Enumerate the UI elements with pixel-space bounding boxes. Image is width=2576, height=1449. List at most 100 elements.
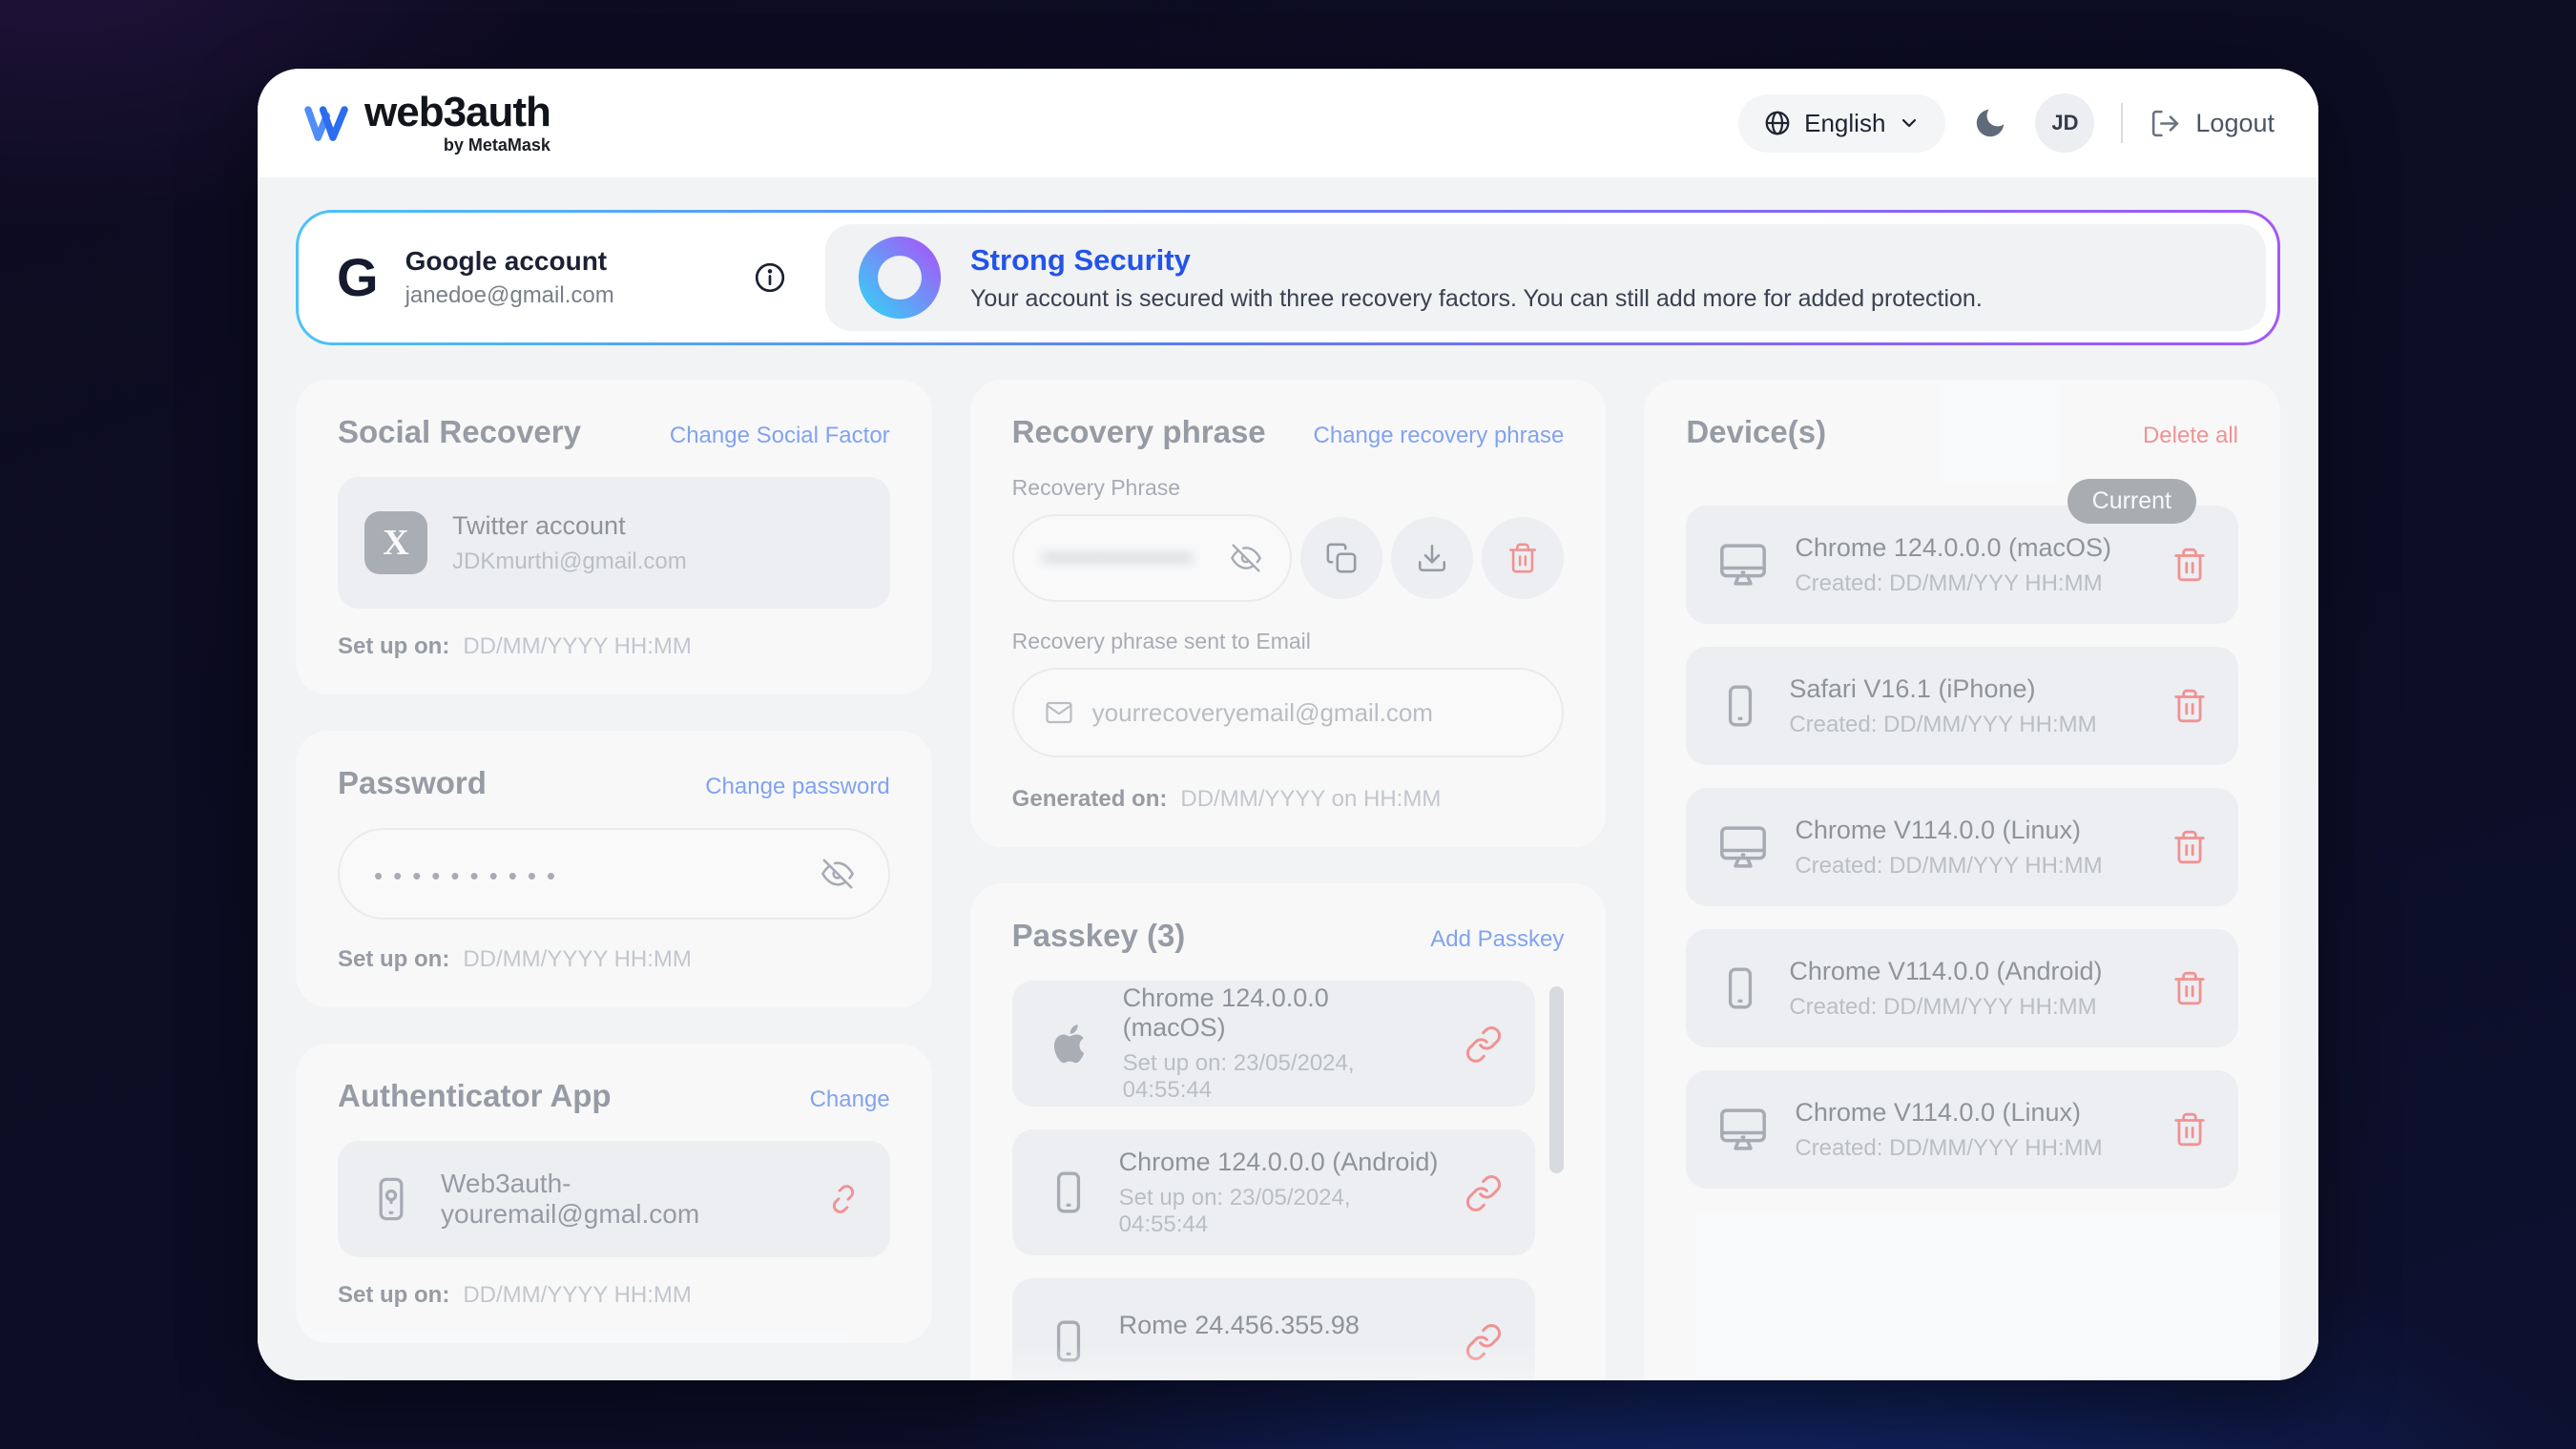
app-header: web3auth by MetaMask English JD Log [258,69,2318,177]
account-email: janedoe@gmail.com [405,282,614,309]
setup-on-value: DD/MM/YYYY HH:MM [463,946,692,973]
setup-on-label: Set up on: [338,1282,449,1309]
language-label: English [1804,109,1885,138]
password-field[interactable]: •••••••••• [338,828,890,920]
recovery-phrase-field[interactable]: •••••••••••••••••• [1012,514,1293,602]
passkey-item-subtitle: Set up on: 23/05/2024, 04:55:44 [1119,1185,1439,1238]
passkey-item: Chrome 124.0.0.0 (Android) Set up on: 23… [1012,1129,1536,1255]
desktop-icon [1716,538,1770,591]
phone-icon [1716,964,1764,1012]
recovery-email-label: Recovery phrase sent to Email [1012,629,1565,654]
trash-icon[interactable] [2171,688,2208,724]
web3auth-logo: web3auth by MetaMask [301,92,551,155]
passkey-card: Passkey (3) Add Passkey Chrome 124.0.0.0… [970,883,1607,1380]
authenticator-phone-icon [366,1174,416,1224]
desktop-icon [1716,1103,1770,1156]
recovery-phrase-masked-value: •••••••••••••••••• [1043,545,1232,572]
device-title: Chrome 124.0.0.0 (macOS) [1795,533,2111,563]
change-social-factor-link[interactable]: Change Social Factor [670,423,890,449]
change-recovery-phrase-link[interactable]: Change recovery phrase [1314,423,1565,449]
recovery-phrase-title: Recovery phrase [1012,414,1266,450]
link-icon[interactable] [1465,1025,1503,1063]
change-password-link[interactable]: Change password [705,774,889,800]
passkey-list: Chrome 124.0.0.0 (macOS) Set up on: 23/0… [1012,981,1565,1380]
copy-phrase-button[interactable] [1300,517,1382,599]
passkey-item-title: Chrome 124.0.0.0 (Android) [1119,1148,1439,1177]
chevron-down-icon [1898,112,1921,135]
change-authenticator-link[interactable]: Change [810,1087,890,1113]
passkey-item-title: Chrome 124.0.0.0 (macOS) [1123,983,1439,1043]
trash-icon[interactable] [2171,970,2208,1006]
eye-off-icon[interactable] [821,858,854,890]
password-masked-value: •••••••••• [374,861,566,891]
page-background: { "colors": { "accent_blue": "#2563eb", … [0,0,2576,1449]
current-device-badge: Current [2067,479,2196,524]
devices-title: Device(s) [1686,414,1826,450]
phone-icon [1045,1317,1092,1365]
setup-on-label: Set up on: [338,633,449,660]
unlink-icon[interactable] [825,1181,862,1217]
trash-icon[interactable] [2171,829,2208,865]
account-info-button[interactable] [753,260,787,295]
password-card: Password Change password •••••••••• Set … [296,731,932,1007]
security-level-description: Your account is secured with three recov… [970,285,1983,313]
generated-on-label: Generated on: [1012,786,1168,813]
header-divider [2121,103,2123,143]
passkey-item: Chrome 124.0.0.0 (macOS) Set up on: 23/0… [1012,981,1536,1107]
passkey-title: Passkey (3) [1012,918,1186,954]
add-passkey-link[interactable]: Add Passkey [1430,926,1564,953]
device-row: Chrome V114.0.0 (Linux) Created: DD/MM/Y… [1686,788,2238,906]
authenticator-tile: Web3auth-youremail@gmal.com [338,1141,890,1257]
setup-on-value: DD/MM/YYYY HH:MM [463,1282,692,1309]
delete-all-devices-link[interactable]: Delete all [2143,423,2238,449]
download-phrase-button[interactable] [1391,517,1473,599]
social-recovery-title: Social Recovery [338,414,581,450]
generated-on-value: DD/MM/YYYY on HH:MM [1180,786,1441,813]
setup-on-label: Set up on: [338,946,449,973]
device-list: Current Chrome 124.0.0.0 (macOS) Created… [1686,506,2238,1189]
language-selector[interactable]: English [1738,94,1945,153]
apple-icon [1045,1018,1096,1069]
passkey-scrollbar[interactable] [1549,986,1564,1173]
trash-icon[interactable] [2171,1111,2208,1148]
security-ring-icon [858,236,942,320]
social-account-email: JDKmurthi@gmail.com [452,549,687,575]
app-window: web3auth by MetaMask English JD Log [258,69,2318,1380]
recovery-email-field[interactable]: yourrecoveryemail@gmail.com [1012,668,1565,757]
brand-name: web3auth [364,92,551,134]
social-account-title: Twitter account [452,511,687,541]
twitter-account-tile: X Twitter account JDKmurthi@gmail.com [338,477,890,609]
web3auth-logo-icon [301,98,351,148]
brand-byline: by MetaMask [444,135,551,155]
logout-button[interactable]: Logout [2150,108,2275,139]
phone-icon [1716,682,1764,730]
logout-icon [2150,108,2181,139]
recovery-phrase-label: Recovery Phrase [1012,475,1565,501]
download-icon [1416,542,1448,574]
device-created: Created: DD/MM/YYY HH:MM [1795,1135,2102,1162]
eye-off-icon[interactable] [1231,543,1261,573]
factors-grid: Social Recovery Change Social Factor X T… [296,380,2280,1380]
setup-on-value: DD/MM/YYYY HH:MM [463,633,692,660]
logout-label: Logout [2195,109,2275,138]
link-icon[interactable] [1465,1173,1503,1211]
authenticator-account: Web3auth-youremail@gmal.com [441,1169,800,1230]
delete-phrase-button[interactable] [1482,517,1564,599]
link-icon[interactable] [1465,1322,1503,1360]
trash-icon[interactable] [2171,547,2208,583]
security-level-title: Strong Security [970,243,1983,278]
recovery-phrase-card: Recovery phrase Change recovery phrase R… [970,380,1607,847]
moon-icon [1972,105,2008,141]
user-avatar[interactable]: JD [2035,93,2094,153]
phone-icon [1045,1169,1092,1216]
device-row: Safari V16.1 (iPhone) Created: DD/MM/YYY… [1686,647,2238,765]
trash-icon [1506,542,1539,574]
device-created: Created: DD/MM/YYY HH:MM [1789,712,2096,738]
devices-card: Device(s) Delete all Current Chrome 124.… [1644,380,2280,1380]
account-title: Google account [405,246,614,277]
passkey-item-subtitle: Set up on: 23/05/2024, 04:55:44 [1123,1050,1439,1104]
copy-icon [1325,542,1358,574]
login-account-section: G Google account janedoe@gmail.com [299,213,825,342]
globe-icon [1763,109,1792,137]
dark-mode-toggle[interactable] [1972,105,2008,141]
